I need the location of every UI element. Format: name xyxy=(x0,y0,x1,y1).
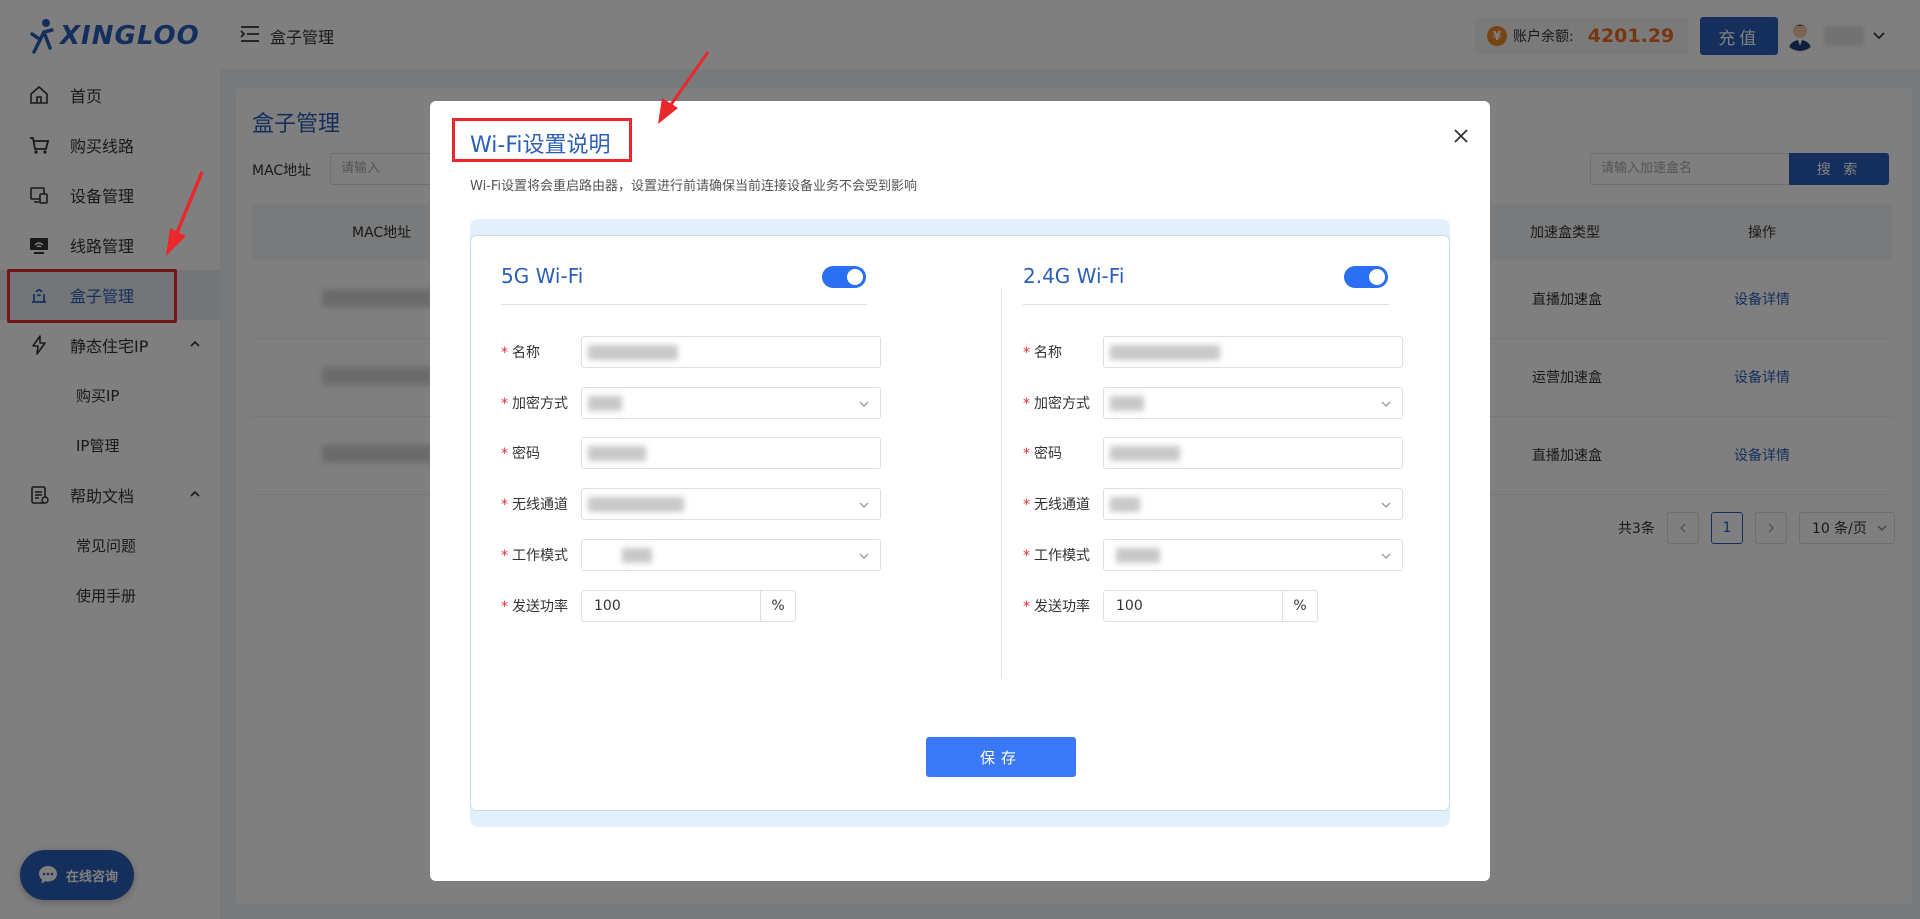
field-label-encryption: * 加密方式 xyxy=(501,396,568,412)
wifi-24g-encryption-select[interactable] xyxy=(1103,387,1403,419)
wifi-24g-toggle[interactable] xyxy=(1344,266,1388,288)
wifi-24g-channel-select[interactable] xyxy=(1103,488,1403,520)
field-label-power: * 发送功率 xyxy=(1023,599,1090,615)
field-label-power: * 发送功率 xyxy=(501,599,568,615)
wifi-5g-password-input[interactable] xyxy=(581,437,881,469)
wifi-5g-name-input[interactable] xyxy=(581,336,881,368)
chevron-down-icon xyxy=(1381,401,1391,407)
field-label-name: * 名称 xyxy=(1023,345,1062,361)
save-button[interactable]: 保存 xyxy=(926,737,1076,777)
field-label-password: * 密码 xyxy=(1023,446,1062,462)
wifi-24g-power-input[interactable]: 100 xyxy=(1103,590,1283,622)
close-icon[interactable] xyxy=(1452,127,1470,145)
wifi-5g-mode-select[interactable] xyxy=(581,539,881,571)
annotation-highlight-box xyxy=(452,118,632,162)
wifi-24g-section: 2.4G Wi-Fi * 名称 * 加密方式 * 密码 * 无线通道 * 工作模式 * 发送… xyxy=(993,236,1403,812)
chevron-down-icon xyxy=(859,553,869,559)
toggle-knob xyxy=(847,269,863,285)
settings-panel: 5G Wi-Fi * 名称 * 加密方式 * 密码 * 无线通道 * 工作模式 * 发送功率… xyxy=(470,235,1450,811)
power-unit-suffix: % xyxy=(760,590,796,622)
chevron-down-icon xyxy=(1381,502,1391,508)
wifi-5g-power-input[interactable]: 100 xyxy=(581,590,761,622)
wifi-5g-section: 5G Wi-Fi * 名称 * 加密方式 * 密码 * 无线通道 * 工作模式 * 发送功率… xyxy=(471,236,881,812)
section-divider xyxy=(501,304,867,305)
chevron-down-icon xyxy=(859,502,869,508)
dialog-description: Wi-Fi设置将会重启路由器，设置进行前请确保当前连接设备业务不会受到影响 xyxy=(470,179,918,194)
wifi-5g-title: 5G Wi-Fi xyxy=(501,264,584,288)
wifi-5g-encryption-select[interactable] xyxy=(581,387,881,419)
section-divider xyxy=(1023,304,1389,305)
wifi-5g-channel-select[interactable] xyxy=(581,488,881,520)
power-unit-suffix: % xyxy=(1282,590,1318,622)
chevron-down-icon xyxy=(859,401,869,407)
field-label-name: * 名称 xyxy=(501,345,540,361)
field-label-encryption: * 加密方式 xyxy=(1023,396,1090,412)
field-label-mode: * 工作模式 xyxy=(1023,548,1090,564)
wifi-24g-name-input[interactable] xyxy=(1103,336,1403,368)
field-label-password: * 密码 xyxy=(501,446,540,462)
field-label-mode: * 工作模式 xyxy=(501,548,568,564)
field-label-channel: * 无线通道 xyxy=(1023,497,1090,513)
wifi-5g-toggle[interactable] xyxy=(822,266,866,288)
wifi-24g-mode-select[interactable] xyxy=(1103,539,1403,571)
wifi-24g-title: 2.4G Wi-Fi xyxy=(1023,264,1125,288)
wifi-settings-dialog: Wi-Fi设置说明 Wi-Fi设置将会重启路由器，设置进行前请确保当前连接设备业… xyxy=(430,101,1490,881)
wifi-24g-password-input[interactable] xyxy=(1103,437,1403,469)
toggle-knob xyxy=(1369,269,1385,285)
field-label-channel: * 无线通道 xyxy=(501,497,568,513)
chevron-down-icon xyxy=(1381,553,1391,559)
